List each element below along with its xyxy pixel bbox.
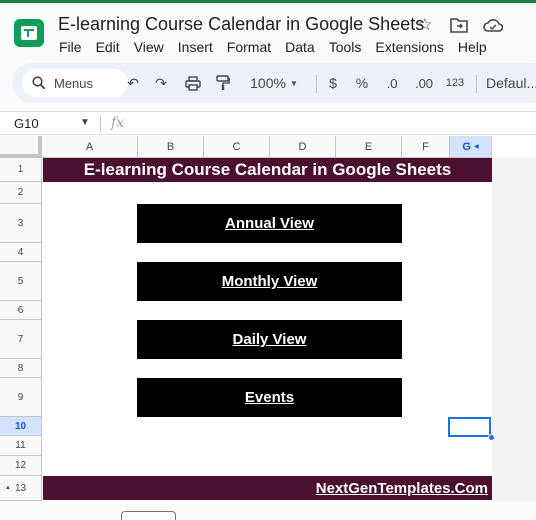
expand-arrow-icon: ▲ [5, 485, 11, 491]
menu-tools[interactable]: Tools [329, 39, 362, 55]
column-header-f[interactable]: F [402, 136, 450, 158]
toolbar: Menus ↶ ↷ 100% ▼ $ % .0 .00 123 Defaul..… [12, 63, 536, 103]
row-header-8[interactable]: 8 [0, 359, 42, 378]
select-all-corner[interactable] [0, 136, 42, 158]
column-header-c[interactable]: C [204, 136, 270, 158]
bottom-bar [0, 501, 536, 520]
undo-icon[interactable]: ↶ [124, 73, 142, 93]
menus-label: Menus [54, 75, 94, 91]
paint-format-icon[interactable] [214, 73, 232, 93]
name-box[interactable]: G10 [14, 116, 39, 131]
sheet-title-banner: E-learning Course Calendar in Google She… [43, 158, 492, 182]
daily-view-button[interactable]: Daily View [137, 320, 402, 359]
menu-view[interactable]: View [134, 39, 164, 55]
toolbar-divider [316, 75, 317, 93]
row-header-13-label: 13 [14, 482, 27, 494]
monthly-view-button[interactable]: Monthly View [137, 262, 402, 301]
redo-icon[interactable]: ↷ [152, 73, 170, 93]
search-icon [32, 76, 46, 90]
increase-decimal-button[interactable]: .00 [412, 73, 436, 93]
menu-format[interactable]: Format [227, 39, 271, 55]
font-select[interactable]: Defaul... [486, 73, 536, 93]
row-header-9[interactable]: 9 [0, 378, 42, 417]
menus-search-button[interactable]: Menus [22, 69, 128, 97]
row-header-6[interactable]: 6 [0, 301, 42, 320]
star-icon[interactable]: ☆ [414, 14, 436, 36]
fx-icon: fx [111, 115, 125, 131]
row-header-5[interactable]: 5 [0, 262, 42, 301]
column-header-b[interactable]: B [138, 136, 204, 158]
formula-bar: G10 ▼ fx [0, 111, 536, 135]
print-icon[interactable] [184, 73, 202, 93]
row-header-11[interactable]: 11 [0, 436, 42, 456]
menu-file[interactable]: File [59, 39, 82, 55]
percent-format-button[interactable]: % [355, 73, 369, 93]
row-header-2[interactable]: 2 [0, 182, 42, 204]
menu-data[interactable]: Data [285, 39, 315, 55]
row-header-12[interactable]: 12 [0, 456, 42, 476]
sheet-tab[interactable] [121, 511, 176, 520]
currency-format-button[interactable]: $ [326, 73, 340, 93]
collapse-arrow-icon: ◀ [473, 144, 479, 150]
menu-edit[interactable]: Edit [96, 39, 120, 55]
chevron-down-icon[interactable]: ▼ [80, 117, 90, 128]
spreadsheet-grid[interactable]: A B C D E F G ◀ 1 2 3 4 5 6 7 8 9 10 11 … [0, 136, 536, 501]
column-header-g-label: G [462, 140, 471, 153]
row-header-10[interactable]: 10 [0, 417, 42, 436]
row-header-7[interactable]: 7 [0, 320, 42, 359]
top-accent-bar [0, 0, 536, 3]
footer-link[interactable]: NextGenTemplates.Com [43, 476, 492, 500]
zoom-value: 100% [250, 75, 286, 91]
row-header-13[interactable]: ▲ 13 [0, 476, 42, 501]
menu-help[interactable]: Help [458, 39, 487, 55]
cloud-status-icon[interactable] [482, 14, 504, 36]
gray-unused-area [492, 158, 536, 501]
formula-bar-divider [100, 116, 101, 132]
toolbar-divider [476, 75, 477, 93]
menu-bar: File Edit View Insert Format Data Tools … [59, 39, 501, 55]
column-header-g[interactable]: G ◀ [450, 136, 492, 158]
zoom-select[interactable]: 100% ▼ [246, 73, 302, 93]
number-format-button[interactable]: 123 [444, 73, 466, 93]
row-header-1[interactable]: 1 [0, 158, 42, 182]
menu-extensions[interactable]: Extensions [375, 39, 443, 55]
document-title[interactable]: E-learning Course Calendar in Google She… [58, 14, 424, 35]
menu-insert[interactable]: Insert [178, 39, 213, 55]
column-header-d[interactable]: D [270, 136, 336, 158]
row-header-4[interactable]: 4 [0, 243, 42, 262]
selected-cell-g10[interactable] [448, 417, 491, 437]
decrease-decimal-button[interactable]: .0 [382, 73, 402, 93]
sheets-logo-icon[interactable] [14, 19, 44, 47]
fill-handle[interactable] [488, 434, 495, 441]
column-header-e[interactable]: E [336, 136, 402, 158]
annual-view-button[interactable]: Annual View [137, 204, 402, 243]
column-header-a[interactable]: A [42, 136, 138, 158]
move-folder-icon[interactable] [448, 14, 470, 36]
chevron-down-icon: ▼ [289, 78, 298, 88]
row-header-3[interactable]: 3 [0, 204, 42, 243]
events-button[interactable]: Events [137, 378, 402, 417]
